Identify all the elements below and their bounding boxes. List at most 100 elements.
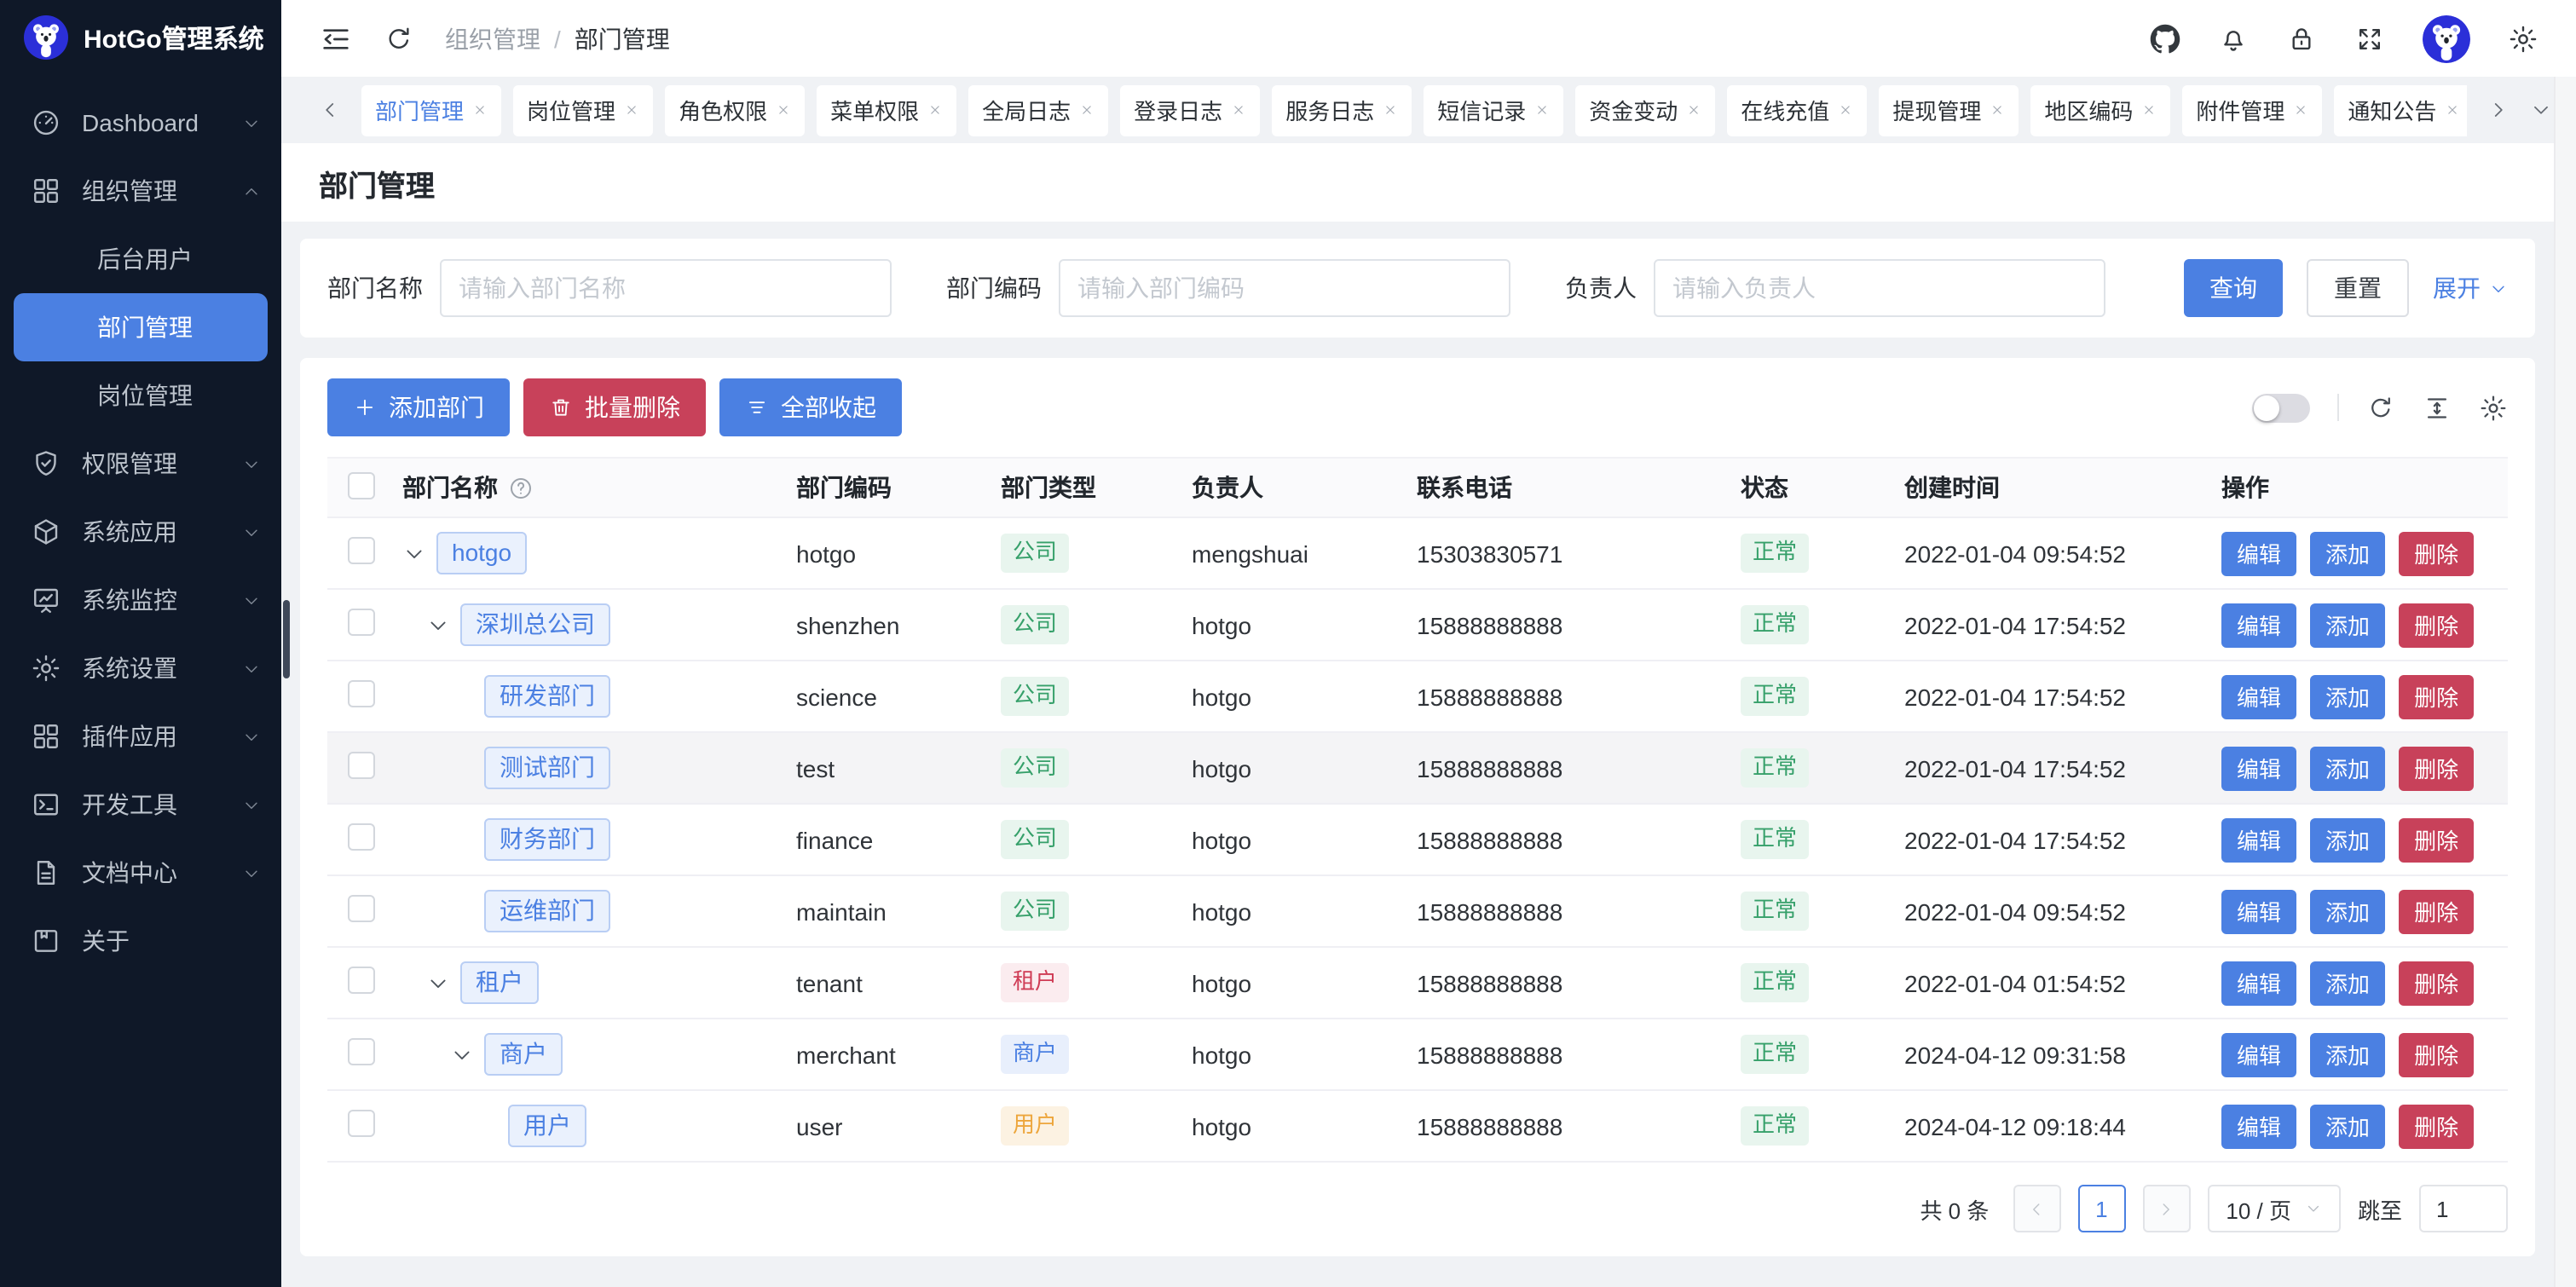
edit-button[interactable]: 编辑 bbox=[2221, 674, 2296, 719]
close-tab-icon[interactable] bbox=[1838, 102, 1853, 118]
collapse-row-icon[interactable] bbox=[426, 971, 450, 995]
department-name-tag[interactable]: 测试部门 bbox=[484, 747, 610, 790]
collapse-all-button[interactable]: 全部收起 bbox=[719, 378, 902, 436]
row-checkbox[interactable] bbox=[348, 895, 375, 922]
tab-item[interactable]: 服务日志 bbox=[1272, 84, 1412, 136]
add-child-button[interactable]: 添加 bbox=[2310, 746, 2385, 790]
add-child-button[interactable]: 添加 bbox=[2310, 531, 2385, 575]
batch-delete-button[interactable]: 批量删除 bbox=[523, 378, 706, 436]
close-tab-icon[interactable] bbox=[1383, 102, 1398, 118]
sidebar-item-sys-monitor[interactable]: 系统监控 bbox=[0, 566, 281, 634]
close-tab-icon[interactable] bbox=[1231, 102, 1246, 118]
row-checkbox[interactable] bbox=[348, 680, 375, 707]
breadcrumb-section[interactable]: 组织管理 bbox=[445, 21, 540, 55]
edit-button[interactable]: 编辑 bbox=[2221, 603, 2296, 647]
edit-button[interactable]: 编辑 bbox=[2221, 531, 2296, 575]
edit-button[interactable]: 编辑 bbox=[2221, 817, 2296, 862]
sidebar-item-dev-tools[interactable]: 开发工具 bbox=[0, 770, 281, 839]
sidebar-scrollbar-thumb[interactable] bbox=[283, 600, 290, 678]
sidebar-item-perm[interactable]: 权限管理 bbox=[0, 430, 281, 498]
page-scrollbar[interactable] bbox=[2554, 77, 2576, 1287]
close-tab-icon[interactable] bbox=[927, 102, 943, 118]
delete-button[interactable]: 删除 bbox=[2399, 674, 2474, 719]
expand-filters-link[interactable]: 展开 bbox=[2433, 271, 2508, 305]
close-tab-icon[interactable] bbox=[1990, 102, 2005, 118]
edit-button[interactable]: 编辑 bbox=[2221, 1032, 2296, 1076]
row-checkbox[interactable] bbox=[348, 1038, 375, 1065]
breadcrumb-current[interactable]: 部门管理 bbox=[575, 21, 670, 55]
collapse-row-icon[interactable] bbox=[402, 541, 426, 565]
tab-item[interactable]: 岗位管理 bbox=[513, 84, 653, 136]
select-all-checkbox[interactable] bbox=[348, 471, 375, 499]
row-checkbox[interactable] bbox=[348, 537, 375, 564]
add-child-button[interactable]: 添加 bbox=[2310, 961, 2385, 1005]
sidebar-item-sys-setting[interactable]: 系统设置 bbox=[0, 634, 281, 702]
department-name-tag[interactable]: 财务部门 bbox=[484, 818, 610, 862]
edit-button[interactable]: 编辑 bbox=[2221, 961, 2296, 1005]
tabs-scroll-right-icon[interactable] bbox=[2487, 99, 2510, 121]
sidebar-item-sys-app[interactable]: 系统应用 bbox=[0, 498, 281, 566]
notification-bell-icon[interactable] bbox=[2218, 23, 2249, 54]
close-tab-icon[interactable] bbox=[472, 102, 488, 118]
tab-item[interactable]: 在线充值 bbox=[1727, 84, 1867, 136]
close-tab-icon[interactable] bbox=[1534, 102, 1550, 118]
tab-item[interactable]: 菜单权限 bbox=[817, 84, 956, 136]
app-logo[interactable]: HotGo管理系统 bbox=[0, 0, 281, 75]
pagination-page-button[interactable]: 1 bbox=[2077, 1185, 2125, 1232]
leader-input[interactable] bbox=[1654, 259, 2105, 317]
add-child-button[interactable]: 添加 bbox=[2310, 1104, 2385, 1148]
sidebar-item-backend-users[interactable]: 后台用户 bbox=[0, 225, 281, 293]
tab-item[interactable]: 短信记录 bbox=[1424, 84, 1563, 136]
jump-to-page-input[interactable] bbox=[2419, 1185, 2508, 1232]
edit-button[interactable]: 编辑 bbox=[2221, 746, 2296, 790]
lock-screen-icon[interactable] bbox=[2286, 23, 2317, 54]
help-question-icon[interactable] bbox=[508, 475, 534, 500]
delete-button[interactable]: 删除 bbox=[2399, 531, 2474, 575]
row-checkbox[interactable] bbox=[348, 1110, 375, 1137]
delete-button[interactable]: 删除 bbox=[2399, 889, 2474, 933]
tab-item[interactable]: 资金变动 bbox=[1575, 84, 1715, 136]
tab-item[interactable]: 附件管理 bbox=[2182, 84, 2322, 136]
delete-button[interactable]: 删除 bbox=[2399, 817, 2474, 862]
sidebar-item-dashboard[interactable]: Dashboard bbox=[0, 89, 281, 157]
sidebar-item-dept-manage[interactable]: 部门管理 bbox=[14, 293, 268, 361]
dept-name-input[interactable] bbox=[440, 259, 892, 317]
pagination-next-button[interactable] bbox=[2142, 1185, 2190, 1232]
collapse-row-icon[interactable] bbox=[426, 613, 450, 637]
department-name-tag[interactable]: 运维部门 bbox=[484, 890, 610, 933]
row-checkbox[interactable] bbox=[348, 752, 375, 779]
department-name-tag[interactable]: 用户 bbox=[508, 1105, 586, 1148]
tab-item[interactable]: 部门管理 bbox=[361, 84, 501, 136]
dept-code-input[interactable] bbox=[1059, 259, 1510, 317]
close-tab-icon[interactable] bbox=[776, 102, 791, 118]
tab-item[interactable]: 全局日志 bbox=[968, 84, 1108, 136]
sidebar-item-plugin-app[interactable]: 插件应用 bbox=[0, 702, 281, 770]
pagination-prev-button[interactable] bbox=[2013, 1185, 2060, 1232]
refresh-page-icon[interactable] bbox=[384, 23, 414, 54]
tabs-scroll-left-icon[interactable] bbox=[319, 99, 341, 121]
delete-button[interactable]: 删除 bbox=[2399, 1032, 2474, 1076]
close-tab-icon[interactable] bbox=[2293, 102, 2308, 118]
tab-item[interactable]: 提现管理 bbox=[1879, 84, 2019, 136]
department-name-tag[interactable]: 商户 bbox=[484, 1033, 563, 1076]
sidebar-item-about[interactable]: 关于 bbox=[0, 907, 281, 975]
tab-item[interactable]: 通知公告 bbox=[2334, 84, 2467, 136]
department-name-tag[interactable]: 研发部门 bbox=[484, 675, 610, 719]
query-button[interactable]: 查询 bbox=[2184, 259, 2283, 317]
delete-button[interactable]: 删除 bbox=[2399, 1104, 2474, 1148]
add-child-button[interactable]: 添加 bbox=[2310, 1032, 2385, 1076]
reload-table-icon[interactable] bbox=[2366, 393, 2395, 422]
sidebar-item-post-manage[interactable]: 岗位管理 bbox=[0, 361, 281, 430]
tab-item[interactable]: 角色权限 bbox=[665, 84, 805, 136]
delete-button[interactable]: 删除 bbox=[2399, 746, 2474, 790]
github-icon[interactable] bbox=[2150, 23, 2180, 54]
row-checkbox[interactable] bbox=[348, 967, 375, 994]
department-name-tag[interactable]: 租户 bbox=[460, 961, 539, 1005]
reset-button[interactable]: 重置 bbox=[2307, 259, 2409, 317]
tab-item[interactable]: 地区编码 bbox=[2030, 84, 2170, 136]
close-tab-icon[interactable] bbox=[624, 102, 639, 118]
delete-button[interactable]: 删除 bbox=[2399, 961, 2474, 1005]
department-name-tag[interactable]: 深圳总公司 bbox=[460, 603, 610, 647]
add-child-button[interactable]: 添加 bbox=[2310, 889, 2385, 933]
add-child-button[interactable]: 添加 bbox=[2310, 674, 2385, 719]
